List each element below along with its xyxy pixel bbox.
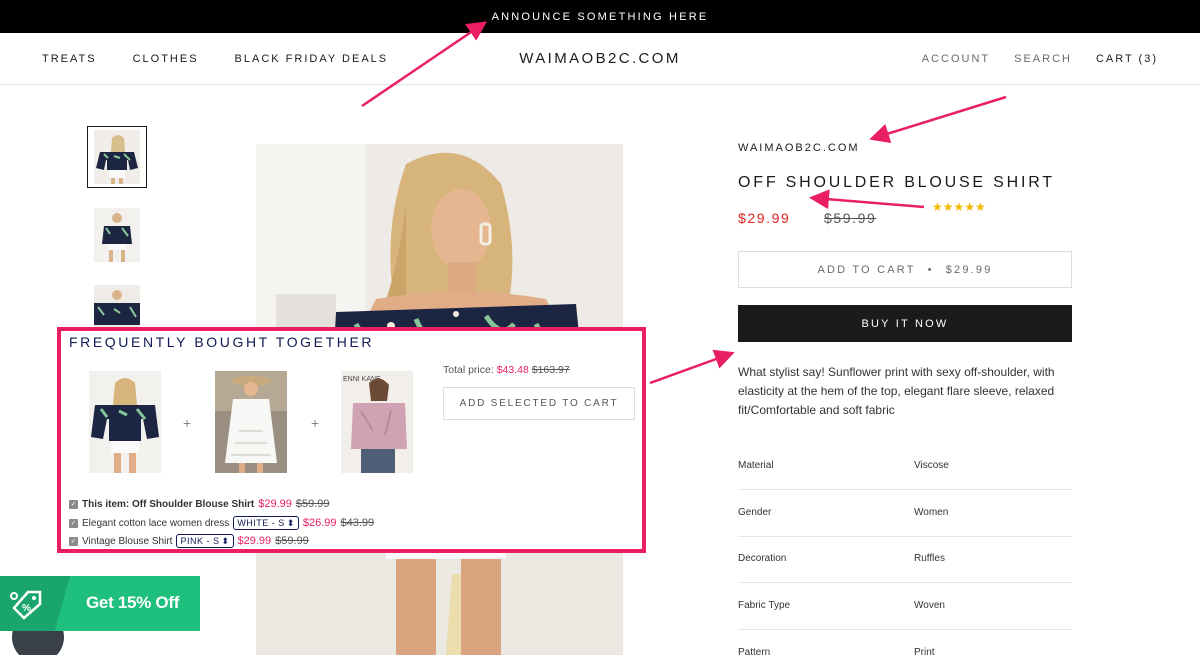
fbt-item-label: Elegant cotton lace women dress xyxy=(82,517,230,529)
spec-value: Woven xyxy=(914,600,945,611)
add-to-cart-label: ADD TO CART xyxy=(817,263,916,276)
spec-row-material: Material Viscose xyxy=(738,443,1072,490)
promo-text: Get 15% Off xyxy=(86,593,180,612)
fbt-total-price: Total price: $43.48 $163.97 xyxy=(443,364,570,376)
add-to-cart-button[interactable]: ADD TO CART • $29.99 xyxy=(738,251,1072,288)
discount-promo-badge[interactable]: % Get 15% Off xyxy=(0,576,200,631)
spec-key: Decoration xyxy=(738,553,787,564)
variant-select[interactable]: WHITE - S ⬍ xyxy=(233,516,299,530)
spec-row-decoration: Decoration Ruffles xyxy=(738,536,1072,583)
annotation-arrow xyxy=(809,189,925,210)
fbt-product-image-3[interactable]: ENNI KANE xyxy=(341,371,413,473)
fbt-item-label: This item: Off Shoulder Blouse Shirt xyxy=(82,498,255,510)
spec-row-gender: Gender Women xyxy=(738,490,1072,537)
fbt-item-compare-price: $59.99 xyxy=(275,535,309,547)
frequently-bought-together: FREQUENTLY BOUGHT TOGETHER + + ENNI KANE… xyxy=(57,327,646,553)
variant-select-value: WHITE - S xyxy=(237,518,285,528)
spec-row-fabric-type: Fabric Type Woven xyxy=(738,583,1072,630)
thumbnail-image xyxy=(94,130,140,184)
fbt-total-compare: $163.97 xyxy=(531,364,570,376)
add-selected-to-cart-button[interactable]: ADD SELECTED TO CART xyxy=(443,387,635,420)
tag-percent-icon: % xyxy=(0,576,70,631)
add-to-cart-separator: • xyxy=(927,263,934,276)
spec-key: Material xyxy=(738,460,774,471)
product-description: What stylist say! Sunflower print with s… xyxy=(738,365,1055,417)
spec-key: Gender xyxy=(738,507,772,518)
svg-text:%: % xyxy=(22,603,31,614)
fbt-product-image-1[interactable] xyxy=(89,371,161,473)
fbt-item-price: $29.99 xyxy=(258,498,292,510)
thumbnail-1[interactable] xyxy=(87,126,147,188)
plus-sign: + xyxy=(311,415,320,431)
select-arrows-icon: ⬍ xyxy=(286,517,295,528)
plus-sign: + xyxy=(183,415,192,431)
fbt-item-price: $26.99 xyxy=(302,517,337,529)
spec-row-pattern: Pattern Print xyxy=(738,630,1072,655)
select-arrows-icon: ⬍ xyxy=(221,535,230,546)
fbt-item-row-3: ✓ Vintage Blouse Shirt PINK - S ⬍ $29.99… xyxy=(69,534,309,548)
fbt-total-label: Total price: xyxy=(443,364,494,376)
variant-select[interactable]: PINK - S ⬍ xyxy=(176,534,234,548)
spec-value: Women xyxy=(914,507,949,518)
announcement-bar: ANNOUNCE SOMETHING HERE xyxy=(0,0,1200,33)
fbt-item-row-2: ✓ Elegant cotton lace women dress WHITE … xyxy=(69,516,374,530)
spec-key: Fabric Type xyxy=(738,600,791,611)
annotation-arrow xyxy=(649,349,735,385)
announcement-text: ANNOUNCE SOMETHING HERE xyxy=(491,10,709,23)
search-link[interactable]: SEARCH xyxy=(1014,53,1072,65)
fbt-item-row-1: ✓ This item: Off Shoulder Blouse Shirt $… xyxy=(69,498,330,510)
spec-key: Pattern xyxy=(738,647,771,655)
fbt-total-amount: $43.48 xyxy=(496,364,529,376)
variant-select-value: PINK - S xyxy=(180,536,220,546)
fbt-title: FREQUENTLY BOUGHT TOGETHER xyxy=(69,334,375,350)
fbt-item-label: Vintage Blouse Shirt xyxy=(82,535,173,547)
fbt-item-compare-price: $43.99 xyxy=(340,517,375,529)
spec-value: Ruffles xyxy=(914,553,945,564)
product-price: $29.99 xyxy=(738,210,791,226)
fbt-product-image-2[interactable] xyxy=(215,371,287,473)
fbt-item-price: $29.99 xyxy=(237,535,272,547)
fbt-item-compare-price: $59.99 xyxy=(295,498,330,510)
account-link[interactable]: ACCOUNT xyxy=(922,53,990,65)
cart-link[interactable]: CART (3) xyxy=(1096,53,1158,65)
thumbnail-image xyxy=(94,208,140,262)
site-header: TREATS CLOTHES BLACK FRIDAY DEALS WAIMAO… xyxy=(0,33,1200,85)
rating-stars[interactable]: ★★★★★ xyxy=(932,200,986,214)
product-vendor[interactable]: WAIMAOB2C.COM xyxy=(738,142,860,154)
annotation-arrow xyxy=(869,95,1007,144)
spec-value: Viscose xyxy=(914,460,949,471)
product-compare-price: $59.99 xyxy=(824,210,877,226)
add-to-cart-price: $29.99 xyxy=(945,263,993,276)
product-title: OFF SHOULDER BLOUSE SHIRT xyxy=(738,174,1055,191)
checkbox-icon[interactable]: ✓ xyxy=(69,518,78,528)
checkbox-icon[interactable]: ✓ xyxy=(69,499,78,509)
buy-it-now-button[interactable]: BUY IT NOW xyxy=(738,305,1072,342)
spec-value: Print xyxy=(914,647,935,655)
header-actions: ACCOUNT SEARCH CART (3) xyxy=(922,53,1158,65)
checkbox-icon[interactable]: ✓ xyxy=(69,536,78,546)
thumbnail-2[interactable] xyxy=(87,204,147,266)
